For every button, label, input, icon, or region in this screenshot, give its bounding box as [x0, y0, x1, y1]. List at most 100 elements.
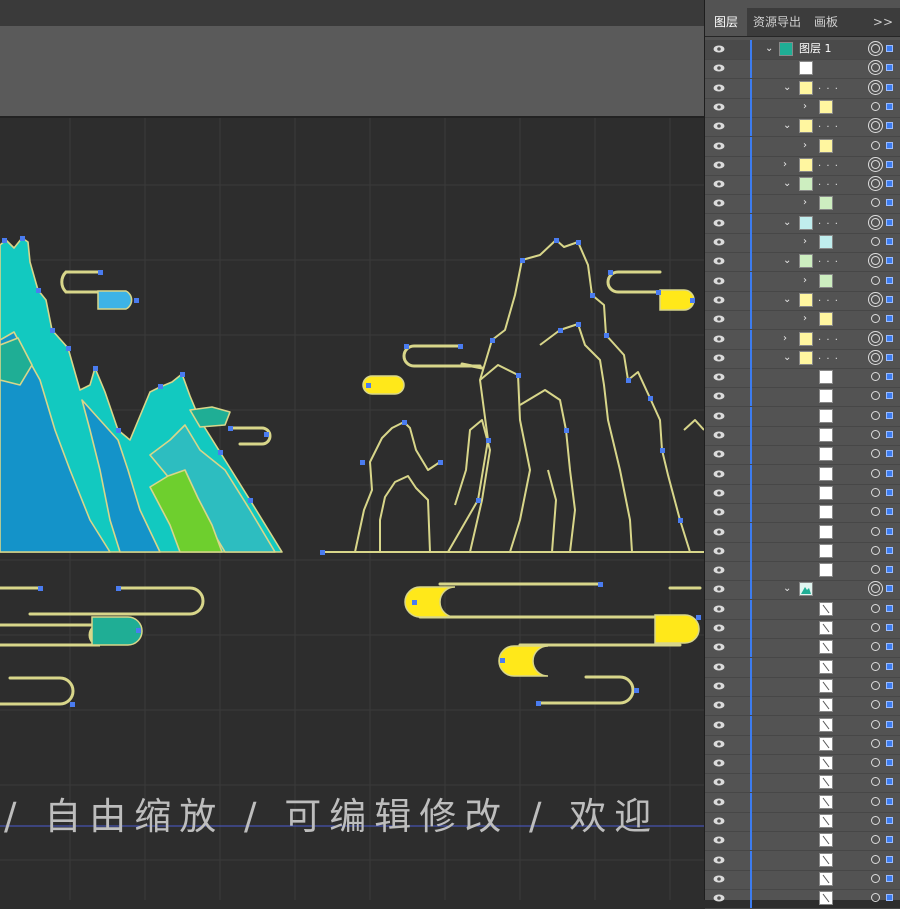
layer-row[interactable] — [705, 464, 900, 485]
target-circle-icon[interactable] — [871, 430, 880, 439]
layer-row[interactable] — [705, 483, 900, 504]
expand-chevron-icon[interactable]: › — [803, 275, 813, 287]
target-circle-icon[interactable] — [871, 854, 880, 864]
selection-indicator-icon[interactable] — [886, 604, 893, 612]
visibility-eye-icon[interactable] — [713, 758, 725, 768]
selection-indicator-icon[interactable] — [886, 238, 893, 245]
selection-indicator-icon[interactable] — [886, 353, 893, 361]
visibility-eye-icon[interactable] — [713, 314, 725, 324]
visibility-eye-icon[interactable] — [713, 449, 725, 459]
layer-row[interactable] — [705, 869, 900, 890]
target-circle-icon[interactable] — [871, 468, 880, 478]
layer-row[interactable] — [705, 522, 900, 543]
layer-name-truncated[interactable]: . . . — [818, 81, 839, 93]
selection-indicator-icon[interactable] — [886, 855, 893, 863]
selection-indicator-icon[interactable] — [886, 64, 893, 72]
selection-indicator-icon[interactable] — [886, 218, 893, 226]
target-circle-icon[interactable] — [871, 526, 880, 536]
layer-row[interactable]: ⌄ . . . — [705, 175, 900, 196]
visibility-eye-icon[interactable] — [713, 44, 725, 54]
target-circle-icon[interactable] — [871, 719, 880, 729]
target-circle-icon[interactable] — [871, 777, 880, 787]
target-circle-icon[interactable] — [871, 101, 880, 111]
layer-row[interactable]: › . . . — [705, 155, 900, 176]
target-circle-icon[interactable] — [871, 121, 880, 131]
target-circle-icon[interactable] — [871, 738, 880, 748]
selection-indicator-icon[interactable] — [886, 373, 893, 381]
layer-row[interactable] — [705, 734, 900, 755]
visibility-eye-icon[interactable] — [713, 488, 725, 498]
visibility-eye-icon[interactable] — [713, 700, 725, 710]
target-circle-icon[interactable] — [871, 275, 880, 285]
visibility-eye-icon[interactable] — [713, 295, 725, 305]
visibility-eye-icon[interactable] — [713, 334, 725, 344]
selection-indicator-icon[interactable] — [886, 334, 893, 342]
target-circle-icon[interactable] — [871, 758, 880, 768]
layer-row[interactable] — [705, 541, 900, 562]
selection-indicator-icon[interactable] — [886, 585, 893, 593]
target-circle-icon[interactable] — [871, 816, 880, 825]
layer-row[interactable] — [705, 368, 900, 389]
layer-row[interactable]: ⌄ — [705, 580, 900, 601]
target-circle-icon[interactable] — [871, 410, 880, 420]
visibility-eye-icon[interactable] — [713, 179, 725, 189]
layer-row[interactable]: › — [705, 97, 900, 118]
selection-indicator-icon[interactable] — [886, 45, 893, 52]
layer-row[interactable]: ⌄ . . . — [705, 117, 900, 138]
selection-indicator-icon[interactable] — [886, 566, 893, 574]
collapse-chevron-icon[interactable]: ⌄ — [783, 217, 793, 229]
selection-indicator-icon[interactable] — [886, 411, 893, 419]
visibility-eye-icon[interactable] — [713, 430, 725, 440]
layer-row[interactable] — [705, 619, 900, 639]
target-circle-icon[interactable] — [871, 391, 880, 401]
target-circle-icon[interactable] — [871, 140, 880, 150]
visibility-eye-icon[interactable] — [713, 353, 725, 363]
visibility-eye-icon[interactable] — [713, 623, 725, 633]
layer-name-truncated[interactable]: . . . — [818, 216, 839, 228]
expand-chevron-icon[interactable]: › — [803, 313, 813, 325]
target-circle-icon[interactable] — [871, 545, 880, 555]
target-circle-icon[interactable] — [871, 565, 880, 575]
visibility-eye-icon[interactable] — [713, 797, 725, 807]
selection-indicator-icon[interactable] — [886, 83, 893, 91]
target-circle-icon[interactable] — [871, 603, 880, 613]
collapse-chevron-icon[interactable]: ⌄ — [783, 82, 793, 94]
target-circle-icon[interactable] — [871, 217, 880, 227]
target-circle-icon[interactable] — [871, 873, 880, 883]
target-circle-icon[interactable] — [871, 237, 880, 246]
selection-indicator-icon[interactable] — [886, 257, 893, 265]
selection-indicator-icon[interactable] — [886, 836, 893, 844]
visibility-eye-icon[interactable] — [713, 855, 725, 865]
layer-row[interactable] — [705, 754, 900, 775]
target-circle-icon[interactable] — [871, 700, 880, 710]
visibility-eye-icon[interactable] — [713, 372, 725, 382]
selection-indicator-icon[interactable] — [886, 643, 893, 651]
target-circle-icon[interactable] — [871, 314, 880, 324]
tab-layers[interactable]: 图层 — [705, 8, 747, 36]
visibility-eye-icon[interactable] — [713, 527, 725, 537]
target-circle-icon[interactable] — [871, 449, 880, 459]
collapse-chevron-icon[interactable]: ⌄ — [783, 352, 793, 364]
selection-indicator-icon[interactable] — [886, 315, 893, 323]
layer-name-truncated[interactable]: . . . — [818, 119, 839, 131]
layer-name-truncated[interactable]: . . . — [818, 158, 839, 170]
selection-indicator-icon[interactable] — [886, 431, 893, 438]
layer-row[interactable] — [705, 59, 900, 80]
selection-indicator-icon[interactable] — [886, 894, 893, 902]
layer-row[interactable] — [705, 812, 900, 832]
layer-row[interactable] — [705, 406, 900, 427]
layer-row[interactable] — [705, 773, 900, 794]
selection-indicator-icon[interactable] — [886, 701, 893, 709]
layer-row[interactable]: › — [705, 271, 900, 292]
visibility-eye-icon[interactable] — [713, 835, 725, 845]
document-canvas[interactable]: / 自由缩放 / 可编辑修改 / 欢迎 — [0, 0, 704, 900]
collapse-chevron-icon[interactable]: ⌄ — [783, 255, 793, 267]
collapse-chevron-icon[interactable]: ⌄ — [765, 43, 775, 55]
visibility-eye-icon[interactable] — [713, 160, 725, 170]
target-circle-icon[interactable] — [871, 352, 880, 362]
selection-indicator-icon[interactable] — [886, 778, 893, 786]
target-circle-icon[interactable] — [871, 680, 880, 690]
selection-indicator-icon[interactable] — [886, 450, 893, 458]
expand-chevron-icon[interactable]: › — [803, 140, 813, 152]
collapse-chevron-icon[interactable]: ⌄ — [783, 178, 793, 190]
